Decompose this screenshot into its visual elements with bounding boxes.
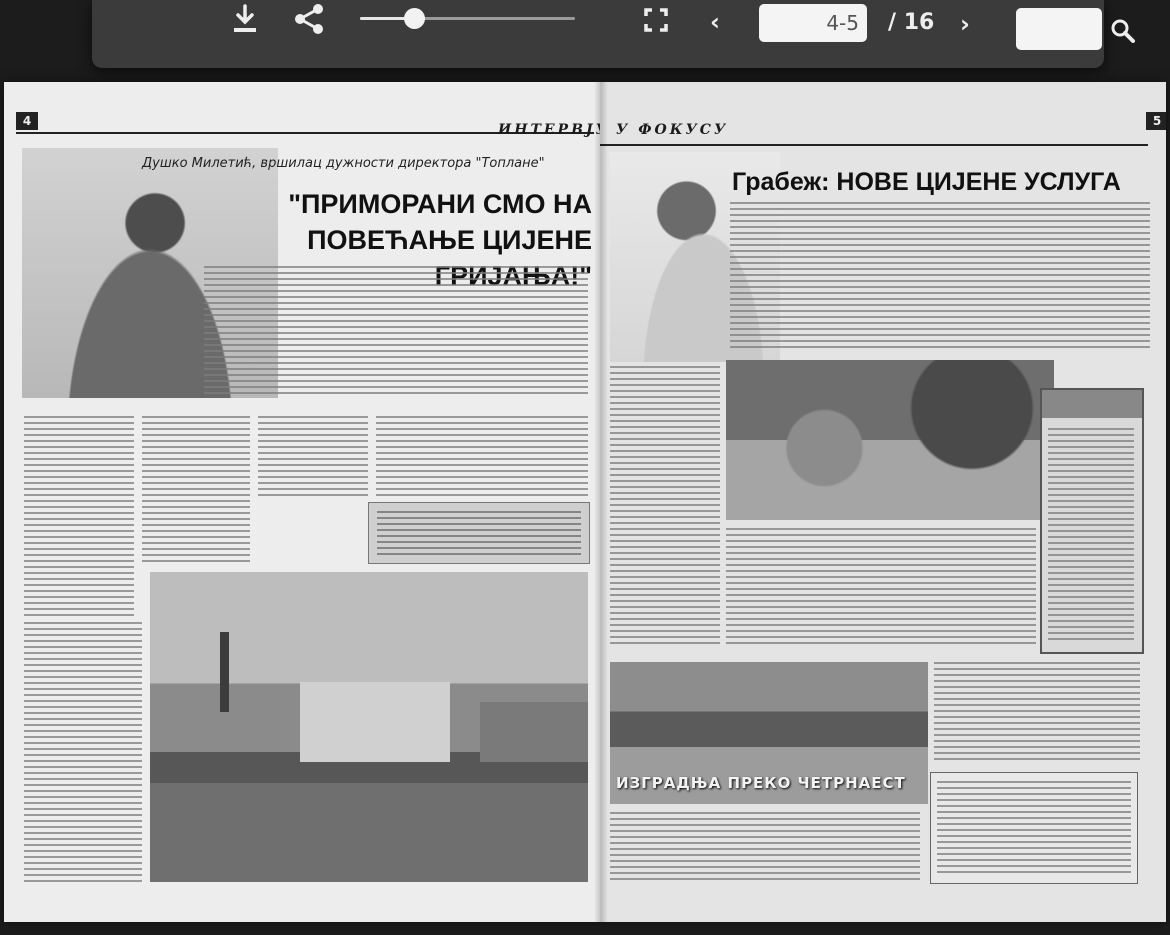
building: [480, 702, 588, 762]
sidebar-box-title: [1042, 390, 1142, 418]
construction-loader-photo: [726, 360, 1054, 520]
intro-paragraph: [204, 266, 588, 396]
left-page: 4 ИНТЕРВЈУ Душко Милетић, вршилац дужнос…: [4, 82, 607, 922]
info-box-text: [937, 781, 1131, 875]
page-number-input[interactable]: [759, 4, 867, 42]
header-rule: [600, 144, 1148, 146]
search-icon[interactable]: [1110, 18, 1136, 44]
text-column: [610, 812, 920, 882]
newspaper-spread[interactable]: 4 ИНТЕРВЈУ Душко Милетић, вршилац дужнос…: [4, 82, 1166, 922]
chevron-left-icon[interactable]: ‹: [710, 10, 720, 34]
quote-callout: [368, 502, 590, 564]
search-input[interactable]: [1016, 8, 1102, 50]
info-box: [930, 772, 1138, 884]
sidebar-box: [1040, 388, 1144, 654]
page-number-right: 5: [1146, 112, 1166, 130]
chevron-right-icon[interactable]: ›: [960, 12, 970, 36]
street-photo-caption: ИЗГРАДЊА ПРЕКО ЧЕТРНАЕСТ: [616, 774, 906, 792]
right-page: У ФОКУСУ 5 Грабеж: НОВЕ ЦИЈЕНЕ УСЛУГА ИЗ…: [600, 82, 1166, 922]
text-column: [726, 528, 1036, 648]
callout-text: [377, 511, 581, 555]
page-total: / 16: [888, 10, 935, 35]
text-column: [934, 662, 1140, 762]
headline-right: Грабеж: НОВЕ ЦИЈЕНЕ УСЛУГА: [732, 168, 1121, 196]
street-photo: ИЗГРАДЊА ПРЕКО ЧЕТРНАЕСТ: [610, 662, 928, 804]
page-number-left: 4: [16, 112, 38, 130]
chimney: [220, 632, 229, 712]
page-fold: [594, 82, 608, 922]
building: [300, 682, 450, 762]
text-column: [142, 416, 250, 566]
text-column: [24, 622, 142, 882]
text-column: [258, 416, 368, 496]
share-icon[interactable]: [292, 3, 326, 35]
text-column: [610, 366, 720, 646]
text-block: [730, 202, 1150, 352]
text-column: [376, 416, 588, 496]
zoom-slider[interactable]: [360, 8, 575, 29]
heating-plant-photo: [150, 572, 588, 882]
viewer-toolbar: ‹ / 16 ›: [92, 0, 1135, 68]
zoom-slider-knob[interactable]: [403, 8, 425, 29]
fullscreen-icon[interactable]: [644, 8, 668, 32]
download-icon[interactable]: [232, 4, 258, 34]
text-column: [24, 416, 134, 616]
byline: Душко Милетић, вршилац дужности директор…: [142, 156, 545, 171]
sidebar-text: [1048, 428, 1134, 642]
section-label-right: У ФОКУСУ: [616, 122, 729, 138]
